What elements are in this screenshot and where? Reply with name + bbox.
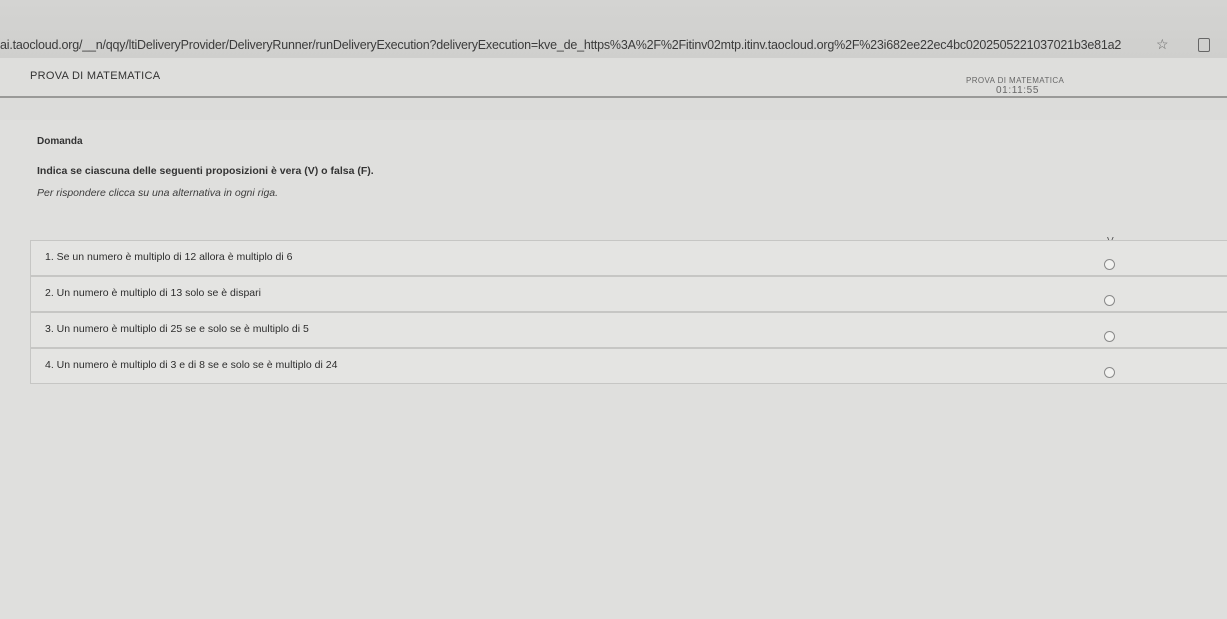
extension-icon[interactable] bbox=[1198, 38, 1210, 52]
test-header: PROVA DI MATEMATICA PROVA DI MATEMATICA … bbox=[0, 58, 1227, 98]
test-title: PROVA DI MATEMATICA bbox=[30, 70, 161, 82]
statement-row-1: 1. Se un numero è multiplo di 12 allora … bbox=[30, 240, 1227, 276]
question-instruction: Per rispondere clicca su una alternativa… bbox=[37, 187, 279, 199]
statement-text: 4. Un numero è multiplo di 3 e di 8 se e… bbox=[45, 359, 338, 371]
statement-row-2: 2. Un numero è multiplo di 13 solo se è … bbox=[30, 276, 1227, 312]
statement-text: 3. Un numero è multiplo di 25 se e solo … bbox=[45, 323, 309, 335]
radio-true-1[interactable] bbox=[1104, 259, 1115, 270]
statement-text: 1. Se un numero è multiplo di 12 allora … bbox=[45, 251, 293, 263]
statement-row-4: 4. Un numero è multiplo di 3 e di 8 se e… bbox=[30, 348, 1227, 384]
radio-true-3[interactable] bbox=[1104, 331, 1115, 342]
timer-label: PROVA DI MATEMATICA bbox=[966, 76, 1065, 85]
section-title: Domanda bbox=[37, 136, 83, 147]
timer-value: 01:11:55 bbox=[996, 85, 1039, 96]
bookmark-star-icon[interactable]: ☆ bbox=[1156, 36, 1169, 53]
browser-address-bar[interactable]: ai.taocloud.org/__n/qqy/ltiDeliveryProvi… bbox=[0, 0, 1227, 58]
true-false-table: V 1. Se un numero è multiplo di 12 allor… bbox=[30, 236, 1227, 512]
radio-true-2[interactable] bbox=[1104, 295, 1115, 306]
url-text[interactable]: ai.taocloud.org/__n/qqy/ltiDeliveryProvi… bbox=[0, 38, 1140, 52]
question-prompt: Indica se ciascuna delle seguenti propos… bbox=[37, 165, 374, 177]
statement-text: 2. Un numero è multiplo di 13 solo se è … bbox=[45, 287, 261, 299]
statement-row-3: 3. Un numero è multiplo di 25 se e solo … bbox=[30, 312, 1227, 348]
question-area: Domanda Indica se ciascuna delle seguent… bbox=[0, 120, 1227, 619]
radio-true-4[interactable] bbox=[1104, 367, 1115, 378]
